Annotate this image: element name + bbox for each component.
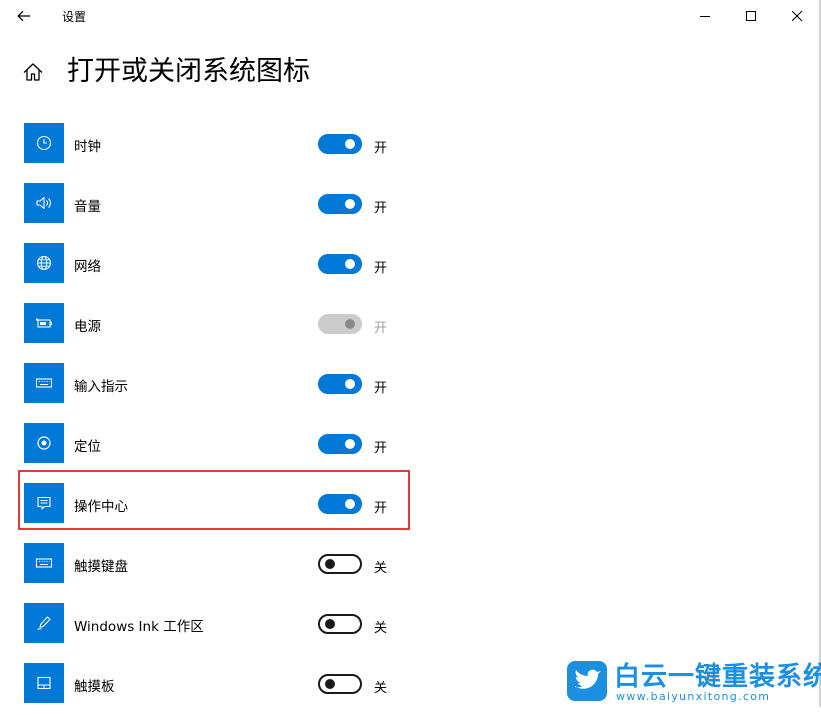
volume-icon [36,196,51,210]
location-icon [37,436,51,450]
list-item-network: 网络 开 [0,235,819,295]
network-tile [24,243,64,283]
list-item-action-center: 操作中心 开 [0,475,819,535]
touchpad-icon [37,676,51,690]
windows-ink-toggle[interactable] [318,614,362,634]
item-label: 操作中心 [74,499,128,515]
clock-icon [36,135,52,151]
toggle-knob [345,379,355,389]
toggle-knob [345,259,355,269]
home-icon[interactable] [22,61,44,83]
page-title: 打开或关闭系统图标 [67,56,310,87]
keyboard-icon [35,378,53,388]
input-indicator-tile [24,363,64,403]
back-button[interactable] [8,0,40,32]
action-center-tile [24,483,64,523]
power-tile [24,303,64,343]
windows-ink-tile [24,603,64,643]
item-label: 触摸键盘 [74,559,128,575]
maximize-button[interactable] [728,0,774,32]
clock-tile [24,123,64,163]
item-label: 电源 [74,319,101,335]
toggle-state-text: 开 [374,501,388,516]
battery-icon [36,318,52,328]
list-item-windows-ink: Windows Ink 工作区 关 [0,595,819,655]
list-item-touch-keyboard: 触摸键盘 关 [0,535,819,595]
item-label: 定位 [74,439,101,455]
maximize-icon [746,11,756,21]
power-toggle [318,314,362,334]
globe-icon [36,255,52,271]
location-tile [24,423,64,463]
toggle-state-text: 开 [374,321,388,336]
minimize-button[interactable] [682,0,728,32]
back-arrow-icon [17,10,30,22]
list-item-touchpad: 触摸板 关 [0,655,819,715]
item-label: 输入指示 [74,379,128,395]
volume-toggle[interactable] [318,194,362,214]
location-toggle[interactable] [318,434,362,454]
list-item-clock: 时钟 开 [0,115,819,175]
input-indicator-toggle[interactable] [318,374,362,394]
toggle-knob [345,439,355,449]
clock-toggle[interactable] [318,134,362,154]
touch-keyboard-toggle[interactable] [318,554,362,574]
toggle-knob [325,619,335,629]
item-label: 音量 [74,199,101,215]
volume-tile [24,183,64,223]
list-item-power: 电源 开 [0,295,819,355]
list-item-location: 定位 开 [0,415,819,475]
action-center-toggle[interactable] [318,494,362,514]
toggle-knob [325,559,335,569]
toggle-knob [345,139,355,149]
toggle-state-text: 关 [374,621,388,636]
toggle-state-text: 关 [374,561,388,576]
toggle-state-text: 关 [374,681,388,696]
action-center-icon [37,496,51,510]
toggle-state-text: 开 [374,261,388,276]
item-label: 时钟 [74,139,101,155]
network-toggle[interactable] [318,254,362,274]
toggle-state-text: 开 [374,141,388,156]
toggle-state-text: 开 [374,201,388,216]
app-title: 设置 [62,10,87,24]
close-icon [792,11,802,21]
touchpad-toggle[interactable] [318,674,362,694]
item-label: Windows Ink 工作区 [74,619,204,635]
list-item-input-indicator: 输入指示 开 [0,355,819,415]
toggle-knob [325,679,335,689]
list-item-volume: 音量 开 [0,175,819,235]
toggle-state-text: 开 [374,441,388,456]
toggle-knob [345,319,355,329]
title-bar: 设置 [0,0,819,32]
pen-icon [37,616,51,630]
touchpad-tile [24,663,64,703]
toggle-state-text: 开 [374,381,388,396]
minimize-icon [700,16,710,17]
keyboard-icon [35,558,53,568]
toggle-knob [345,199,355,209]
item-label: 触摸板 [74,679,115,695]
toggle-knob [345,499,355,509]
touch-keyboard-tile [24,543,64,583]
item-label: 网络 [74,259,101,275]
close-button[interactable] [774,0,820,32]
